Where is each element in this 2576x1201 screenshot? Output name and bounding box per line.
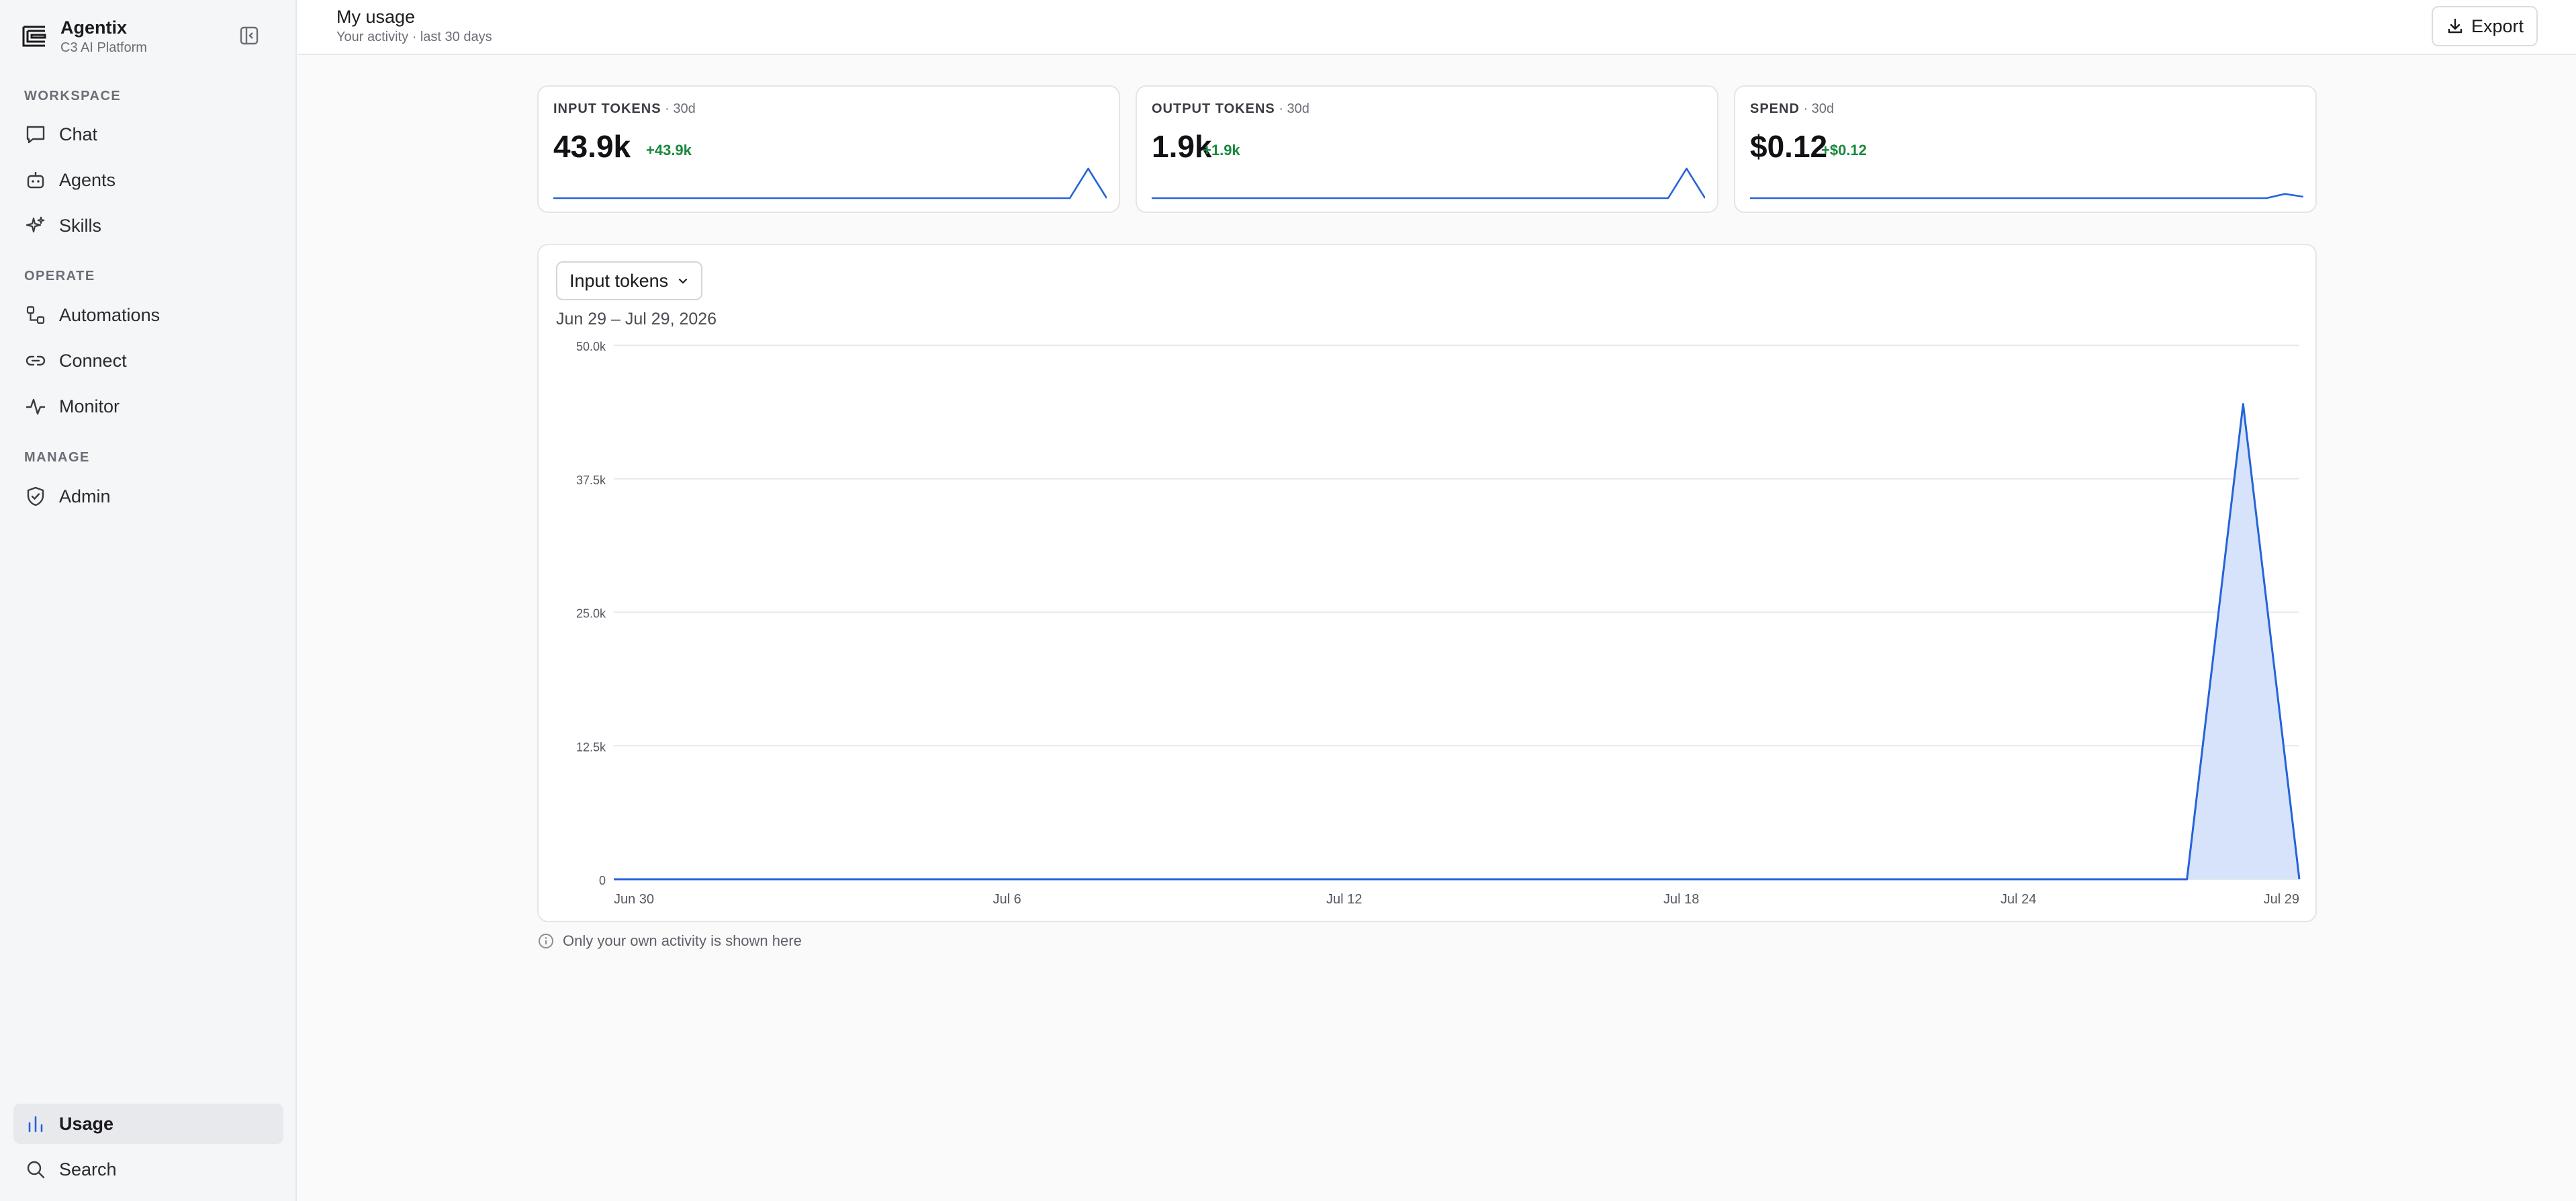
chat-bubble-icon [26,126,45,144]
sidebar-item-monitor[interactable]: Monitor [13,386,283,427]
sparkline-path [1152,167,1705,199]
usage-chart-card: 0 12.5k 25.0k 37.5k 50.0k Jun 30 Jul 6 Jul 12 Ju… [537,244,2317,922]
sidebar-item-label: Chat [59,124,98,144]
page-header: My usage Your activity · last 30 days Ex… [297,0,2576,55]
metric-select-value: Input tokens [569,270,669,291]
stat-card-spend: SPEND · 30d $0.12 +$0.12 [1734,85,2317,213]
sidebar-item-chat[interactable]: Chat [13,114,283,154]
date-range: Jun 29 – Jul 29, 2026 [556,310,717,328]
link-icon [26,355,46,366]
stat-value: $0.12 [1750,129,1828,164]
bar-chart-icon [28,1116,43,1132]
stat-card-output-tokens: OUTPUT TOKENS · 30d 1.9k +1.9k [1136,85,1718,213]
stat-period: · 30d [1275,101,1309,116]
agentix-logo-icon [22,26,46,47]
area-fill [614,404,2299,879]
stat-key: SPEND [1750,101,1800,116]
export-button[interactable]: Export [2432,6,2538,46]
x-tick-label: Jul 6 [993,892,1021,907]
stat-card-input-tokens: INPUT TOKENS · 30d 43.9k +43.9k [537,85,1120,213]
x-tick-label: Jul 12 [1326,892,1362,907]
sidebar-item-label: Agents [59,169,116,190]
stat-delta: +43.9k [646,142,692,159]
sidebar-item-label: Connect [59,350,127,371]
series-line [614,403,2301,881]
page-title: My usage [336,7,416,27]
y-tick-label: 12.5k [576,740,606,754]
sidebar-item-agents[interactable]: Agents [13,160,283,200]
section-label-operate: OPERATE [24,269,95,283]
export-button-label: Export [2471,15,2524,36]
sidebar-item-label: Admin [59,486,111,506]
sidebar-item-search[interactable]: Search [13,1149,283,1190]
sparkline-output-tokens [1152,167,1705,199]
sidebar-collapse-icon[interactable] [238,24,261,47]
footnote: Only your own activity is shown here [537,932,802,950]
stat-label: SPEND · 30d [1750,101,1834,117]
stat-delta: +1.9k [1203,142,1240,159]
sparkles-icon [26,216,45,233]
y-tick-label: 50.0k [576,340,606,353]
sidebar-item-skills[interactable]: Skills [13,206,283,246]
section-label-manage: MANAGE [24,450,90,465]
shield-check-icon [27,486,44,506]
stat-label: INPUT TOKENS · 30d [553,101,696,117]
y-tick-label: 0 [599,874,606,887]
page-subtitle: Your activity · last 30 days [336,30,492,44]
sidebar-item-automations[interactable]: Automations [13,295,283,335]
sidebar-item-admin[interactable]: Admin [13,476,283,517]
search-icon [27,1161,45,1179]
robot-icon [27,172,44,189]
usage-area-chart: 0 12.5k 25.0k 37.5k 50.0k Jun 30 Jul 6 Jul 12 Ju… [576,340,2301,907]
x-tick-label: Jun 30 [614,892,654,907]
app-subtitle: C3 AI Platform [60,40,147,55]
x-tick-label: Jul 18 [1663,892,1699,907]
sparkline-input-tokens [553,167,1107,199]
sparkline-path [1750,193,2303,199]
workflow-icon [26,306,45,324]
stat-delta: +$0.12 [1821,142,1867,159]
sidebar-item-usage[interactable]: Usage [13,1104,283,1144]
info-icon [539,934,553,948]
app-name: Agentix [60,17,128,38]
app-root: Agentix C3 AI Platform WORKSPACE Chat Ag… [0,0,2576,1201]
stat-period: · 30d [1799,101,1835,116]
x-tick-label: Jul 29 [2264,892,2299,907]
stat-period: · 30d [661,101,696,116]
y-tick-label: 37.5k [576,474,606,487]
sidebar-item-label: Skills [59,215,102,236]
x-tick-label: Jul 24 [2000,892,2036,907]
y-tick-label: 25.0k [576,607,606,621]
sidebar-item-label: Monitor [59,396,120,416]
sidebar-item-label: Automations [59,304,160,325]
sparkline-spend [1750,193,2303,199]
activity-icon [26,398,46,415]
chevron-down-icon [679,278,688,284]
footnote-text: Only your own activity is shown here [563,932,802,949]
sidebar: Agentix C3 AI Platform WORKSPACE Chat Ag… [0,0,297,1201]
sidebar-item-label: Search [59,1159,117,1180]
sidebar-item-label: Usage [59,1113,114,1134]
stat-value: 43.9k [553,129,631,164]
stat-key: OUTPUT TOKENS [1152,101,1275,116]
stat-key: INPUT TOKENS [553,101,661,116]
section-label-workspace: WORKSPACE [24,89,122,103]
download-icon [2448,18,2463,34]
sidebar-item-connect[interactable]: Connect [13,341,283,381]
sparkline-path [553,167,1107,199]
metric-select[interactable]: Input tokens [556,261,702,300]
stat-label: OUTPUT TOKENS · 30d [1152,101,1309,117]
